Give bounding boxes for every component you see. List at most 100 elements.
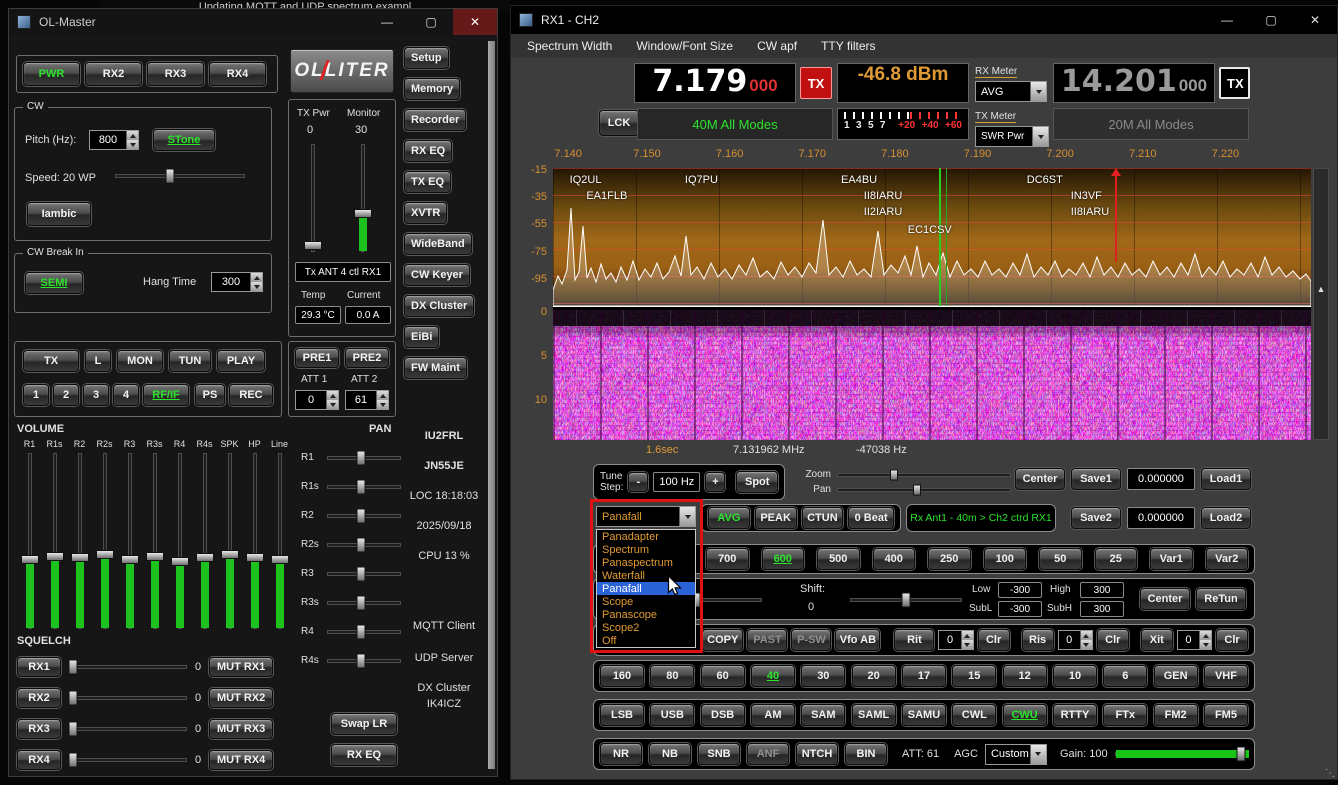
- zoom-slider[interactable]: [837, 469, 1011, 481]
- pan-slider[interactable]: [327, 566, 401, 582]
- volume-slider[interactable]: [42, 453, 67, 629]
- pan-slider[interactable]: [327, 479, 401, 495]
- pan-slider[interactable]: [327, 537, 401, 553]
- xit-button[interactable]: Xit: [1141, 629, 1173, 651]
- agc-dropdown-icon[interactable]: [1030, 745, 1046, 764]
- rit-spinner[interactable]: 0: [938, 630, 973, 650]
- squelch-rx3-button[interactable]: RX3: [17, 719, 61, 739]
- squelch-handle[interactable]: [68, 752, 77, 767]
- volume-handle[interactable]: [96, 550, 114, 559]
- rx-filter-marker[interactable]: [939, 168, 941, 306]
- rx-meter-combo[interactable]: AVG: [975, 81, 1047, 102]
- tx-marker-line[interactable]: [1115, 172, 1117, 262]
- mode-am-button[interactable]: AM: [751, 704, 795, 726]
- rx-titlebar[interactable]: RX1 - CH2 — ▢ ✕: [511, 6, 1337, 34]
- paste-button[interactable]: PAST: [747, 629, 787, 651]
- load1-button[interactable]: Load1: [1201, 468, 1251, 490]
- step-plus-button[interactable]: +: [705, 472, 725, 492]
- band-60-button[interactable]: 60: [701, 665, 745, 687]
- nr-button[interactable]: NR: [600, 743, 642, 765]
- p-sw-button[interactable]: P-SW: [791, 629, 831, 651]
- semi-button[interactable]: SEMI: [25, 272, 83, 294]
- pitch-up-icon[interactable]: [127, 131, 138, 140]
- swap-lr-button[interactable]: Swap LR: [331, 713, 397, 735]
- menu-setup-button[interactable]: Setup: [404, 47, 449, 69]
- pan-handle[interactable]: [357, 653, 366, 668]
- mode-sam-button[interactable]: SAM: [801, 704, 845, 726]
- agc-combo[interactable]: Custom: [985, 744, 1047, 765]
- squelch-handle[interactable]: [68, 659, 77, 674]
- filter-400-button[interactable]: 400: [873, 548, 916, 570]
- volume-handle[interactable]: [196, 553, 214, 562]
- menu-recorder-button[interactable]: Recorder: [404, 109, 466, 131]
- att2-down-icon[interactable]: [377, 400, 388, 409]
- station-label[interactable]: EA1FLB: [586, 190, 627, 202]
- speed-slider-handle[interactable]: [165, 169, 174, 184]
- hang-time-spinner[interactable]: 300: [211, 272, 263, 292]
- display-option-scope[interactable]: Scope: [597, 595, 695, 608]
- menu-cw-keyer-button[interactable]: CW Keyer: [404, 264, 470, 286]
- station-label[interactable]: II8IARU: [1071, 206, 1110, 218]
- att1-spinner[interactable]: 0: [295, 390, 339, 410]
- preset-1-button[interactable]: 1: [23, 384, 49, 406]
- band-6-button[interactable]: 6: [1103, 665, 1147, 687]
- spectrum-display[interactable]: IQ2UL EA1FLB IQ7PU EA4BU II8IARU II2IARU…: [553, 168, 1311, 306]
- ctun-button[interactable]: CTUN: [802, 507, 844, 529]
- att2-spinner[interactable]: 61: [345, 390, 389, 410]
- mode-fm5-button[interactable]: FM5: [1204, 704, 1248, 726]
- rit-down-icon[interactable]: [962, 640, 973, 649]
- ps-button[interactable]: PS: [195, 384, 225, 406]
- pan-handle[interactable]: [357, 450, 366, 465]
- gain-slider[interactable]: [1115, 746, 1248, 762]
- volume-handle[interactable]: [246, 553, 264, 562]
- display-mode-dropdown-icon[interactable]: [679, 507, 695, 526]
- rx3-button[interactable]: RX3: [147, 62, 204, 86]
- monitor-slider[interactable]: [351, 144, 375, 252]
- spectrum-scroll-strip[interactable]: ▲: [1313, 168, 1329, 440]
- ris-up-icon[interactable]: [1081, 631, 1092, 640]
- xit-down-icon[interactable]: [1200, 640, 1211, 649]
- station-label[interactable]: EA4BU: [841, 174, 877, 186]
- pan-handle[interactable]: [357, 479, 366, 494]
- display-option-waterfall[interactable]: Waterfall: [597, 569, 695, 582]
- volume-handle[interactable]: [71, 553, 89, 562]
- squelch-rx2-button[interactable]: RX2: [17, 688, 61, 708]
- menu-tty-filters[interactable]: TTY filters: [821, 39, 875, 53]
- filter-center-button[interactable]: Center: [1140, 588, 1190, 610]
- display-option-panascope[interactable]: Panascope: [597, 608, 695, 621]
- volume-handle[interactable]: [171, 557, 189, 566]
- tx-meter-combo[interactable]: SWR Pwr: [975, 126, 1049, 147]
- volume-slider[interactable]: [142, 453, 167, 629]
- mut-rx4-button[interactable]: MUT RX4: [209, 750, 273, 770]
- avg-button[interactable]: AVG: [708, 507, 750, 529]
- display-option-off[interactable]: Off: [597, 634, 695, 647]
- monitor-slider-handle[interactable]: [354, 209, 372, 218]
- retun-button[interactable]: ReTun: [1196, 588, 1246, 610]
- pan-slider[interactable]: [327, 450, 401, 466]
- menu-fw-maint-button[interactable]: FW Maint: [404, 357, 467, 379]
- station-label[interactable]: EC1CSV: [908, 224, 952, 236]
- menu-spectrum-width[interactable]: Spectrum Width: [527, 39, 612, 53]
- shift-fine-handle[interactable]: [902, 593, 911, 608]
- rx-eq-bottom-button[interactable]: RX EQ: [331, 744, 397, 766]
- station-label[interactable]: II8IARU: [864, 190, 903, 202]
- txpwr-slider[interactable]: [301, 144, 325, 252]
- volume-slider[interactable]: [192, 453, 217, 629]
- mut-rx1-button[interactable]: MUT RX1: [209, 657, 273, 677]
- zoom-handle[interactable]: [890, 469, 898, 480]
- pan-handle[interactable]: [357, 537, 366, 552]
- band-gen-button[interactable]: GEN: [1154, 665, 1198, 687]
- squelch-handle[interactable]: [68, 690, 77, 705]
- pan-display-slider[interactable]: [837, 484, 1011, 496]
- anf-button[interactable]: ANF: [747, 743, 789, 765]
- filter-700-button[interactable]: 700: [706, 548, 749, 570]
- pan-slider[interactable]: [327, 508, 401, 524]
- ris-clear-button[interactable]: Clr: [1097, 629, 1129, 651]
- tun-button[interactable]: TUN: [169, 350, 211, 372]
- mode-samu-button[interactable]: SAMU: [902, 704, 946, 726]
- band-15-button[interactable]: 15: [952, 665, 996, 687]
- filter-500-button[interactable]: 500: [817, 548, 860, 570]
- volume-handle[interactable]: [271, 555, 289, 564]
- pan-slider[interactable]: [327, 624, 401, 640]
- step-minus-button[interactable]: -: [628, 472, 648, 492]
